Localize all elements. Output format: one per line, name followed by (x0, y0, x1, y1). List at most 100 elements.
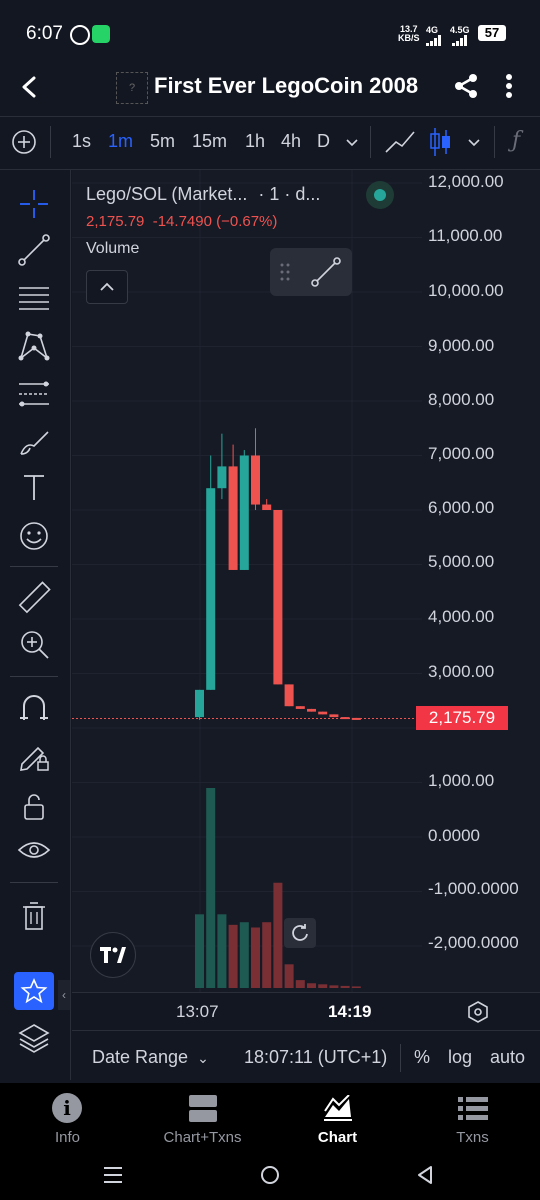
indicators-button[interactable]: ƒ (512, 128, 520, 153)
reset-chart-button[interactable] (284, 918, 316, 948)
favorites-button[interactable] (14, 972, 54, 1010)
delete-drawings-tool[interactable] (14, 896, 54, 936)
chevron-down-icon (468, 139, 480, 147)
auto-scale-button[interactable]: auto (490, 1047, 525, 1068)
unlock-icon (24, 794, 44, 820)
home-button[interactable] (259, 1164, 281, 1191)
timeframe-d[interactable]: D (317, 131, 330, 152)
y-axis-label: 8,000.00 (428, 390, 495, 409)
y-axis-label: -2,000.0000 (428, 933, 519, 952)
date-range-button[interactable]: Date Range ⌄ (92, 1047, 209, 1068)
timeframe-1m[interactable]: 1m (108, 131, 133, 152)
drag-handle-icon[interactable] (280, 262, 290, 287)
collapse-sidebar-button[interactable]: ‹ (58, 980, 70, 1010)
timeframe-dropdown-button[interactable] (344, 136, 360, 154)
system-back-button[interactable] (414, 1164, 436, 1191)
tradingview-logo-icon (100, 947, 126, 963)
timezone-button[interactable]: 18:07:11 (UTC+1) (244, 1047, 387, 1068)
ruler-tool[interactable] (14, 578, 54, 618)
brush-tool[interactable] (14, 422, 54, 462)
nav-txns[interactable]: Txns (405, 1083, 540, 1155)
zoom-tool[interactable] (14, 624, 54, 664)
candle-body (239, 455, 249, 570)
toolbar-divider (370, 126, 371, 158)
line-chart-type-button[interactable] (384, 128, 416, 161)
share-button[interactable] (452, 72, 480, 100)
candle-body (273, 510, 283, 685)
tradingview-logo[interactable] (90, 932, 136, 978)
visibility-tool[interactable] (14, 830, 54, 870)
symbol-legend[interactable]: Lego/SOL (Market... · 1 · d... (86, 184, 320, 205)
object-tree-tool[interactable] (14, 1018, 54, 1058)
app-notification-icon (92, 25, 110, 43)
percent-scale-button[interactable]: % (414, 1047, 430, 1068)
volume-bar (295, 980, 305, 988)
more-menu-button[interactable] (500, 72, 518, 100)
magnet-tool[interactable] (14, 688, 54, 728)
text-tool[interactable] (14, 468, 54, 508)
price-change-line: 2,175.79 -14.7490 (−0.67%) (86, 213, 278, 230)
nav-info[interactable]: i Info (0, 1083, 135, 1155)
nav-label: Txns (456, 1129, 489, 1146)
trend-line-quick-button[interactable] (310, 256, 342, 293)
chevron-down-icon (346, 139, 358, 147)
horizontal-lines-icon (19, 287, 49, 310)
toolbar-divider (494, 126, 495, 158)
kebab-menu-icon (506, 74, 512, 98)
emoji-tool[interactable] (14, 516, 54, 556)
back-button[interactable] (14, 72, 44, 102)
log-scale-button[interactable]: log (448, 1047, 472, 1068)
floating-drawing-toolbar[interactable] (270, 248, 352, 296)
signal-icon-2 (452, 33, 468, 51)
chart-icon (323, 1094, 353, 1128)
timeframe-5m[interactable]: 5m (150, 131, 175, 152)
y-axis-label: 1,000.00 (428, 771, 495, 790)
unlock-tool[interactable] (14, 786, 54, 826)
timeframe-4h[interactable]: 4h (281, 131, 301, 152)
star-icon (20, 978, 48, 1004)
y-axis-label: 0.0000 (428, 826, 480, 845)
nav-chart[interactable]: Chart (270, 1083, 405, 1155)
pattern-tool[interactable] (14, 326, 54, 366)
volume-bar (351, 986, 361, 988)
candle-body (195, 689, 204, 718)
y-axis-label: 6,000.00 (428, 498, 495, 517)
volume-bar (329, 985, 339, 988)
candle-body (351, 717, 361, 720)
add-symbol-button[interactable] (11, 129, 37, 155)
timeframe-15m[interactable]: 15m (192, 131, 227, 152)
back-triangle-icon (418, 1166, 432, 1184)
recent-apps-icon (104, 1167, 122, 1183)
symbol-suffix: · 1 · d... (258, 184, 321, 204)
lock-drawing-tool[interactable] (14, 736, 54, 776)
crosshair-tool[interactable] (14, 184, 54, 224)
chart-type-dropdown-button[interactable] (466, 136, 482, 154)
timeframe-1h[interactable]: 1h (245, 131, 265, 152)
recent-apps-button[interactable] (102, 1165, 124, 1190)
token-image-placeholder: ? (116, 72, 148, 104)
candle-body (284, 684, 294, 707)
nav-chart-txns[interactable]: Chart+Txns (135, 1083, 270, 1155)
plus-circle-icon (12, 130, 36, 154)
candle-chart-type-button[interactable] (428, 126, 452, 163)
horizontal-lines-tool[interactable] (14, 278, 54, 318)
signal-icon (426, 33, 442, 51)
chart-settings-button[interactable] (466, 1000, 490, 1029)
y-axis-label: 9,000.00 (428, 336, 495, 355)
brush-icon (20, 431, 49, 455)
y-axis-label: 3,000.00 (428, 662, 495, 681)
line-chart-icon (385, 131, 415, 153)
y-axis-label: 5,000.00 (428, 552, 495, 571)
bottom-bar-divider (400, 1044, 401, 1072)
zoom-in-icon (21, 631, 49, 659)
volume-bar (318, 984, 328, 988)
symbol-name: Lego/SOL (Market... (86, 184, 248, 204)
text-icon (24, 475, 44, 500)
fib-tool[interactable] (14, 374, 54, 414)
status-time: 6:07 (26, 23, 63, 44)
collapse-legend-button[interactable] (86, 270, 128, 304)
trash-icon (23, 902, 45, 930)
timeframe-1s[interactable]: 1s (72, 131, 91, 152)
sidebar-divider (10, 676, 58, 677)
trend-line-tool[interactable] (14, 230, 54, 270)
